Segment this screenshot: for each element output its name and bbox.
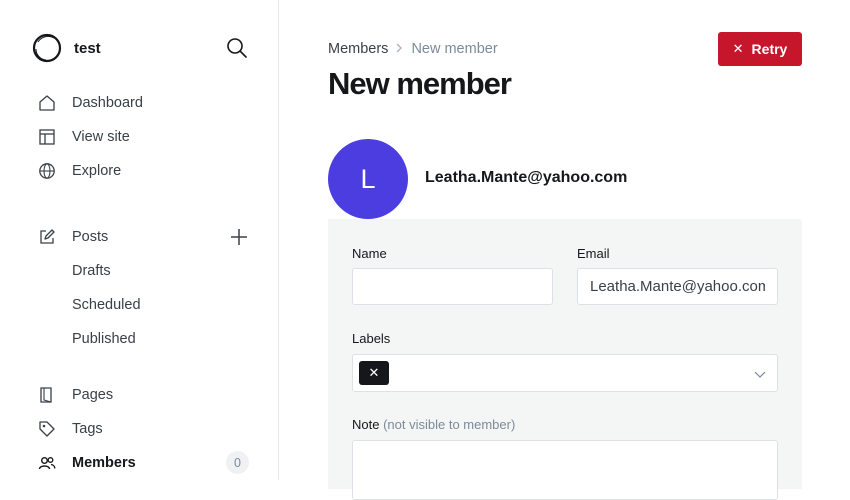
retry-button-label: Retry: [751, 41, 788, 57]
sidebar-item-label: Dashboard: [72, 95, 143, 111]
add-post-icon[interactable]: [229, 227, 249, 247]
name-field-label: Name: [352, 246, 387, 261]
note-label-text: Note: [352, 417, 380, 432]
sidebar-item-label: Drafts: [72, 263, 111, 279]
site-logo-icon[interactable]: [32, 33, 62, 63]
edit-icon: [38, 228, 56, 246]
home-icon: [38, 94, 56, 112]
labels-field-label: Labels: [352, 331, 391, 346]
site-header: test: [32, 32, 248, 64]
sidebar-item-label: Published: [72, 331, 136, 347]
chevron-down-icon: [753, 367, 767, 381]
sidebar-item-tags[interactable]: Tags: [38, 417, 103, 441]
name-field[interactable]: [352, 268, 553, 305]
sidebar-item-label: View site: [72, 129, 130, 145]
sidebar-item-posts[interactable]: Posts: [38, 225, 108, 249]
members-icon: [38, 454, 56, 472]
retry-button[interactable]: ✕ Retry: [718, 32, 802, 66]
breadcrumb-current: New member: [411, 41, 498, 57]
sidebar-item-label: Pages: [72, 387, 114, 403]
breadcrumb: Members New member: [328, 41, 498, 57]
sidebar-item-dashboard[interactable]: Dashboard: [38, 91, 143, 115]
sidebar-item-published[interactable]: Published: [72, 327, 136, 351]
site-name[interactable]: test: [74, 40, 101, 57]
note-label-hint: (not visible to member): [383, 417, 516, 432]
sidebar-item-drafts[interactable]: Drafts: [72, 259, 111, 283]
sidebar-item-pages[interactable]: Pages: [38, 383, 113, 407]
sidebar-item-label: Explore: [72, 163, 122, 179]
sidebar-item-label: Tags: [72, 421, 103, 437]
note-field[interactable]: [352, 440, 778, 500]
main-content: Members New member New member ✕ Retry L …: [280, 0, 850, 500]
breadcrumb-members-link[interactable]: Members: [328, 41, 388, 57]
page-icon: [38, 386, 56, 404]
close-icon: ✕: [732, 41, 744, 56]
sidebar-item-label: Members: [72, 455, 136, 471]
sidebar-item-members[interactable]: Members: [38, 451, 136, 475]
members-count-badge: 0: [226, 451, 249, 474]
member-form: Name Email Labels ✕ Note (not visible to…: [328, 219, 802, 500]
email-field-label: Email: [577, 246, 610, 261]
email-field[interactable]: [577, 268, 778, 305]
page-title: New member: [328, 66, 512, 101]
member-email-heading: Leatha.Mante@yahoo.com: [425, 169, 628, 186]
note-field-label: Note (not visible to member): [352, 417, 515, 432]
avatar: L: [328, 139, 408, 219]
sidebar: test Dashboard View site Explore Posts D…: [0, 0, 279, 480]
labels-select[interactable]: ✕: [352, 354, 778, 392]
label-chip-remove-button[interactable]: ✕: [359, 361, 389, 385]
search-icon[interactable]: [226, 37, 248, 59]
layout-icon: [38, 128, 56, 146]
globe-icon: [38, 162, 56, 180]
sidebar-item-label: Scheduled: [72, 297, 141, 313]
tag-icon: [38, 420, 56, 438]
sidebar-item-view-site[interactable]: View site: [38, 125, 130, 149]
chevron-right-icon: [396, 42, 403, 56]
sidebar-item-label: Posts: [72, 229, 109, 245]
sidebar-item-scheduled[interactable]: Scheduled: [72, 293, 141, 317]
sidebar-item-explore[interactable]: Explore: [38, 159, 121, 183]
